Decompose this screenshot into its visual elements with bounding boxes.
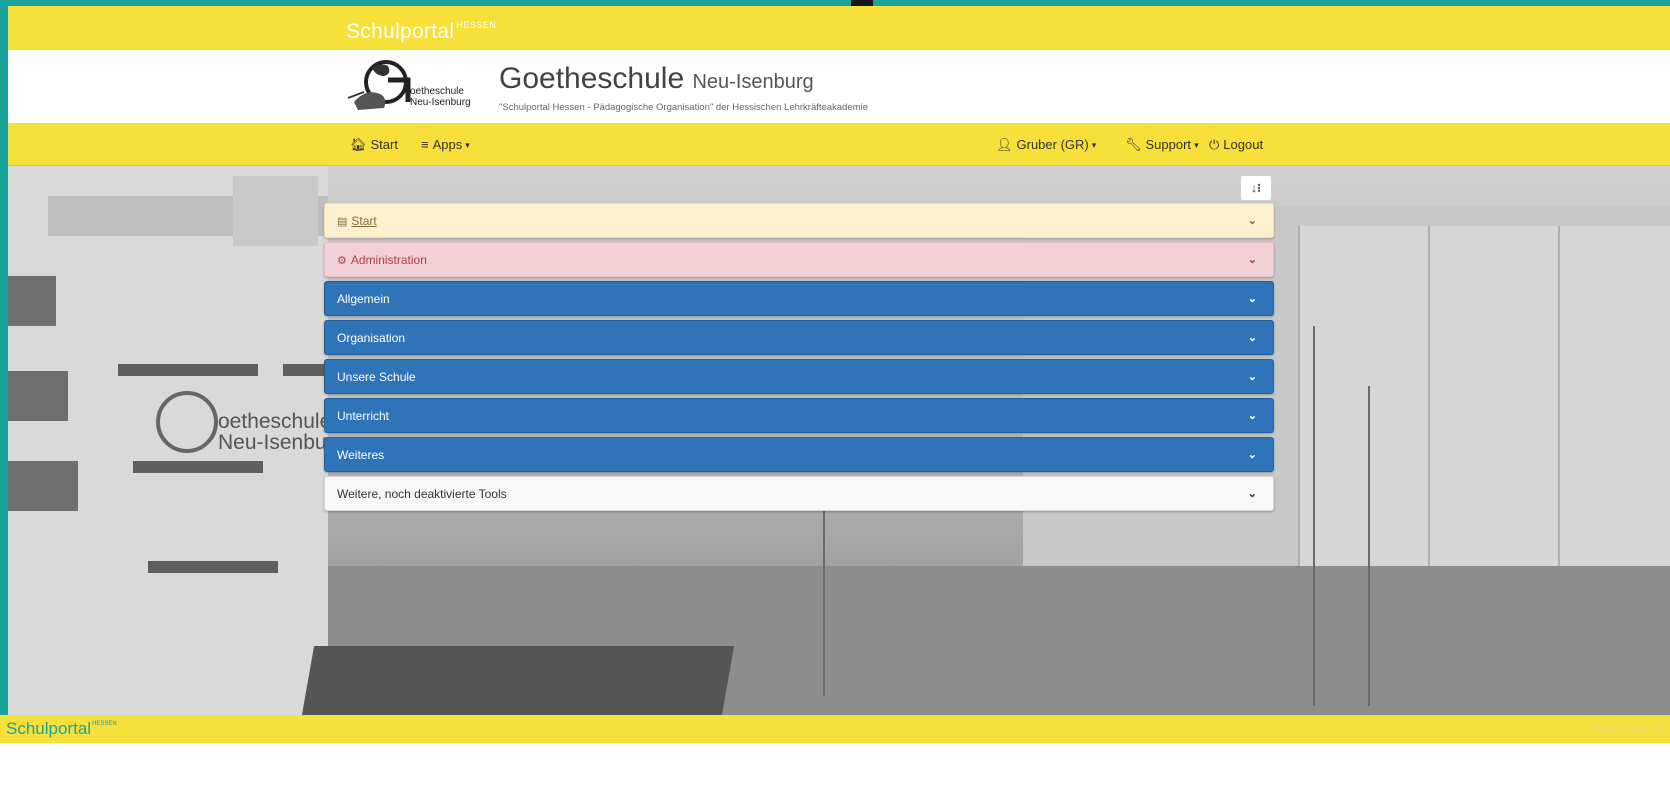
panel-unsere-schule-label: Unsere Schule [337,370,416,384]
sort-icon: ↓⁝ [1251,181,1261,195]
user-icon: 👤︎ [996,137,1013,152]
nav-user-label: Gruber (GR) [1016,137,1089,152]
panel-organisation[interactable]: Organisation ⌄ [324,320,1274,355]
bg-foreground-roof [301,646,735,715]
bg-window [118,364,258,376]
nav-start-label: Start [370,137,398,152]
school-subtitle: "Schulportal Hessen - Pädagogische Organ… [499,102,869,113]
wrench-icon: 🔧︎ [1125,137,1142,152]
main-navbar: 🏠︎ Start ≡ Apps ▾ 👤︎ Gruber (GR) ▾ 🔧︎ Support ▾… [8,123,1670,166]
school-title-main: Goetheschule [499,62,685,95]
footer-brand-sup: HESSEN [92,721,117,727]
panel-deaktivierte-tools-label: Weitere, noch deaktivierte Tools [337,487,507,501]
chevron-down-icon: ⌄ [1247,410,1257,422]
caret-down-icon: ▾ [465,140,470,150]
bg-sign-logo [156,391,218,453]
panel-unsere-schule[interactable]: Unsere Schule ⌄ [324,359,1274,394]
page-frame: Schulportal HESSEN oetheschule Neu-Isenbu… [0,0,1670,790]
bg-window [8,276,56,326]
frame-border-left [0,0,8,790]
chevron-down-icon: ⌄ [1247,449,1257,461]
home-icon: 🏠︎ [350,137,367,152]
bg-window [8,461,78,511]
chevron-down-icon: ⌄ [1247,371,1257,383]
nav-start[interactable]: 🏠︎ Start [350,137,398,153]
bg-tree [1368,386,1370,706]
bg-pole [823,496,825,696]
bg-window [283,364,328,376]
chevron-down-icon: ⌄ [1247,254,1257,266]
page-footer: SchulportalHESSEN Datenschutz | Impres [0,715,1670,743]
portal-brand-text: Schulportal [346,20,455,43]
sort-button[interactable]: ↓⁝ [1240,175,1272,201]
panel-administration[interactable]: ⚙ Administration ⌄ [324,242,1274,277]
portal-brand-sup: HESSEN [456,20,497,30]
portal-brand[interactable]: Schulportal HESSEN [346,20,496,44]
power-icon: ⏻ [1209,137,1220,152]
nav-user-dropdown[interactable]: 👤︎ Gruber (GR) ▾ [996,137,1096,153]
chevron-down-icon: ⌄ [1247,332,1257,344]
bg-left-tower [233,176,318,246]
panel-unterricht-label: Unterricht [337,409,390,423]
newspaper-icon: ▤ [337,216,348,228]
bg-building-sign: oetheschule Neu-Isenbur [218,411,334,453]
school-title: Goetheschule Neu-Isenburg [499,62,814,96]
chevron-down-icon: ⌄ [1247,293,1257,305]
panel-allgemein-label: Allgemein [337,292,390,306]
nav-apps-dropdown[interactable]: ≡ Apps ▾ [421,137,470,152]
bg-window [133,461,263,473]
nav-support-label: Support [1145,137,1192,152]
logo-text-line2: Neu-Isenburg [410,97,471,108]
panel-unterricht[interactable]: Unterricht ⌄ [324,398,1274,433]
school-title-suffix: Neu-Isenburg [692,71,814,93]
footer-brand-text: Schulportal [6,719,92,738]
footer-links[interactable]: Datenschutz | Impres [1591,724,1666,733]
chevron-down-icon: ⌄ [1247,488,1257,500]
panel-deaktivierte-tools[interactable]: Weitere, noch deaktivierte Tools ⌄ [324,476,1274,511]
panel-allgemein[interactable]: Allgemein ⌄ [324,281,1274,316]
caret-down-icon: ▾ [1091,140,1097,150]
bg-sign-line2: Neu-Isenbur [218,431,334,454]
panel-weiteres-label: Weiteres [337,448,385,462]
panel-start[interactable]: ▤ Start ⌄ [324,203,1274,238]
bg-window [148,561,278,573]
nav-logout-label: Logout [1223,137,1264,152]
panel-weiteres[interactable]: Weiteres ⌄ [324,437,1274,472]
bg-window [8,371,68,421]
panel-start-label: Start [351,214,377,228]
panel-administration-label: Administration [350,253,427,267]
page-bottom-whitespace [0,743,1670,790]
school-header: oetheschule Neu-Isenburg Goetheschule Ne… [8,50,1670,123]
cogs-icon: ⚙ [337,255,347,267]
nav-apps-label: Apps [432,137,463,152]
chevron-down-icon: ⌄ [1247,215,1257,227]
school-logo[interactable]: oetheschule Neu-Isenburg [344,58,490,116]
bg-sign-line1: oetheschule [218,410,332,433]
portal-topbar: Schulportal HESSEN [8,6,1670,50]
logo-text-line1: oetheschule [410,86,464,97]
caret-down-icon: ▾ [1194,140,1199,150]
list-icon: ≡ [421,137,429,152]
nav-support-dropdown[interactable]: 🔧︎ Support ▾ [1125,137,1199,153]
footer-brand[interactable]: SchulportalHESSEN [6,719,117,739]
bg-tree [1313,326,1315,706]
panel-organisation-label: Organisation [337,331,406,345]
nav-logout[interactable]: ⏻ Logout [1209,137,1263,153]
app-panel-group: ▤ Start ⌄ ⚙ Administration ⌄ Allgemein ⌄ O… [324,203,1274,515]
